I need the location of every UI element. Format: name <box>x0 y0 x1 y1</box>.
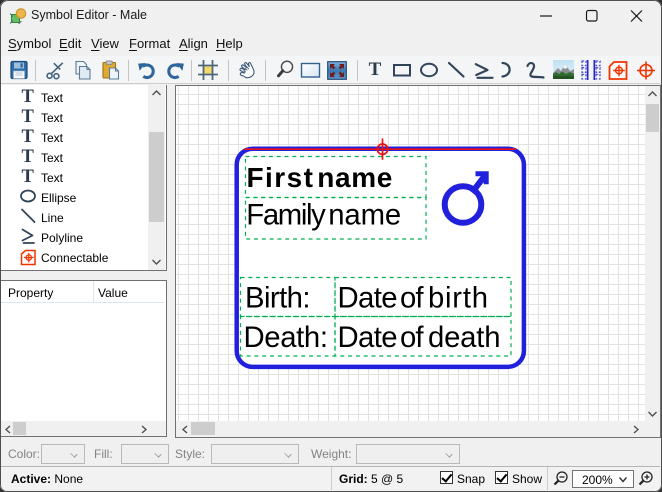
svg-text:of: of <box>400 281 424 314</box>
svg-text:birth: birth <box>428 281 488 314</box>
svg-text:Family: Family <box>246 199 326 232</box>
svg-text:T: T <box>22 87 35 107</box>
svg-text:T: T <box>22 167 35 187</box>
svg-text:T: T <box>22 127 35 147</box>
svg-text:Date: Date <box>338 281 398 314</box>
svg-text:First: First <box>247 162 314 193</box>
svg-text:of: of <box>400 321 424 354</box>
svg-text:death: death <box>428 321 501 354</box>
svg-text:name: name <box>328 199 401 232</box>
svg-text:T: T <box>22 147 35 167</box>
svg-text:T: T <box>22 107 35 127</box>
svg-text:Date: Date <box>338 321 398 354</box>
svg-text:Birth:: Birth: <box>245 281 311 314</box>
svg-text:Death:: Death: <box>244 321 329 354</box>
svg-text:name: name <box>317 162 392 193</box>
